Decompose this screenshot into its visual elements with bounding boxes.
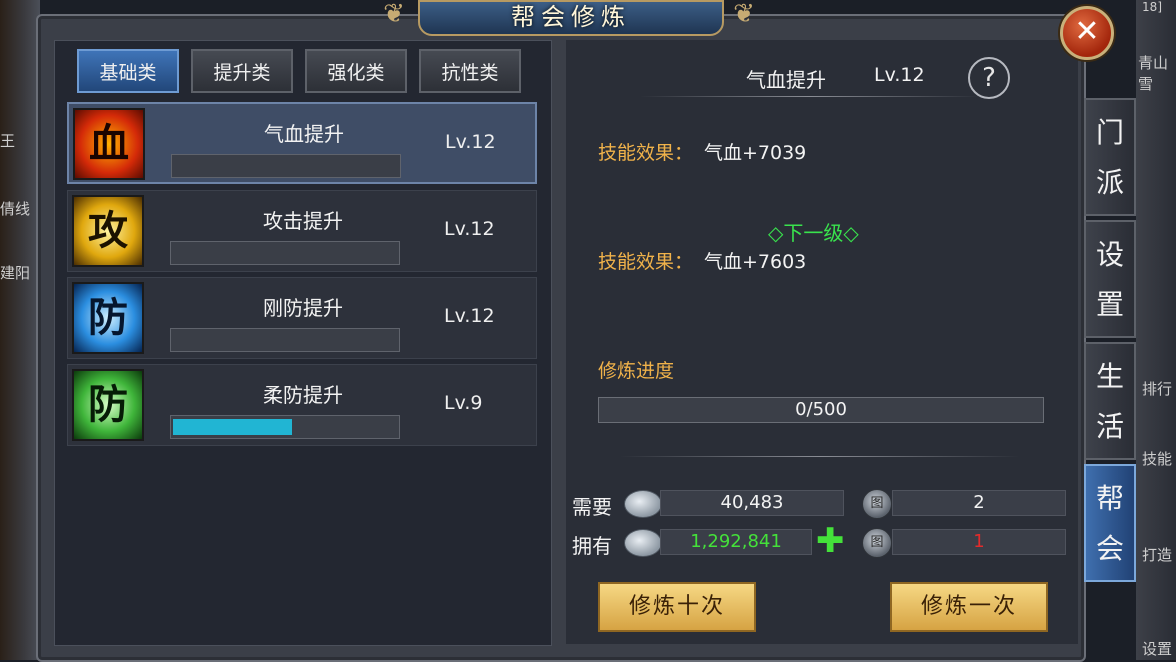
skill-row-hp[interactable]: 血 气血提升 Lv.12 [67,102,537,184]
blood-icon: 血 [73,108,145,180]
current-effect-label: 技能效果： [598,142,694,164]
need-item-value: 2 [892,490,1066,516]
need-label: 需要 [572,495,612,519]
close-button[interactable]: ✕ [1060,6,1114,60]
question-icon: ? [982,63,996,93]
training-progress-text: 0/500 [795,399,847,420]
divider [620,456,1020,457]
silver-coin-icon [624,529,662,557]
window-title: 帮会修炼 [418,0,724,36]
help-button[interactable]: ? [968,57,1010,99]
training-item-icon: 图 [862,528,892,558]
training-item-icon: 图 [862,489,892,519]
bg-text-left-3: 建阳 [0,264,31,282]
next-effect-label: 技能效果： [598,251,694,273]
train-ten-button[interactable]: 修炼十次 [598,582,756,632]
add-silver-plus-icon[interactable]: ✚ [816,524,845,558]
corner-tag: 18] [1142,0,1162,14]
skill-name: 气血提升 [264,122,344,146]
skill-level: Lv.12 [445,131,496,153]
skill-name: 攻击提升 [263,209,343,233]
title-ornament-left-icon: ❦ [383,0,405,29]
skill-name: 柔防提升 [263,383,343,407]
skill-progress-bar [170,241,400,265]
bg-text-right-3: 技能 [1142,450,1173,468]
side-tab-char: 活 [1095,410,1124,443]
bg-text-right-4: 打造 [1142,546,1173,564]
close-icon: ✕ [1074,14,1100,49]
training-progress-label: 修炼进度 [598,360,675,382]
divider [640,96,980,97]
skill-row-attack[interactable]: 攻 攻击提升 Lv.12 [67,190,537,272]
tab-resistance[interactable]: 抗性类 [419,49,521,93]
detail-title: 气血提升 [746,68,826,92]
side-tab-life[interactable]: 生 活 [1084,342,1136,460]
next-effect-value: 气血+7603 [704,251,807,273]
have-silver-value: 1,292,841 [660,529,812,555]
skill-progress-bar [170,328,400,352]
bg-text-right-2: 排行 [1142,380,1173,398]
side-tab-char: 置 [1095,288,1124,321]
train-once-button[interactable]: 修炼一次 [890,582,1048,632]
side-tab-char: 生 [1095,360,1124,393]
training-progress-bar: 0/500 [598,397,1044,423]
bg-text-right-1: 青山 雪 [1138,54,1169,93]
have-label: 拥有 [572,534,612,558]
side-tab-char: 派 [1095,166,1124,199]
bg-text-left-2: 倩线 [0,200,31,218]
need-silver-value: 40,483 [660,490,844,516]
skill-name: 刚防提升 [263,296,343,320]
title-ornament-right-icon: ❦ [733,0,755,29]
bg-text-left-1: 王 [0,132,16,150]
current-effect-value: 气血+7039 [704,142,807,164]
side-tab-sect[interactable]: 门 派 [1084,98,1136,216]
background-left [0,0,40,660]
tab-enhance[interactable]: 提升类 [191,49,293,93]
detail-level: Lv.12 [874,64,925,86]
tab-basic[interactable]: 基础类 [77,49,179,93]
skill-row-physical-defense[interactable]: 防 刚防提升 Lv.12 [67,277,537,359]
next-level-heading: ◇下一级◇ [768,221,859,245]
side-tab-char: 设 [1095,238,1124,271]
magic-defense-icon: 防 [72,369,144,441]
silver-coin-icon [624,490,662,518]
skill-progress-bar [171,154,401,178]
skill-level: Lv.12 [444,218,495,240]
skill-progress-fill [173,419,292,435]
side-tab-settings[interactable]: 设 置 [1084,220,1136,338]
side-tab-char: 会 [1095,532,1124,565]
side-tab-char: 帮 [1095,482,1124,515]
skill-row-magic-defense[interactable]: 防 柔防提升 Lv.9 [67,364,537,446]
skill-level: Lv.12 [444,305,495,327]
tab-strengthen[interactable]: 强化类 [305,49,407,93]
physical-defense-icon: 防 [72,282,144,354]
skill-progress-bar [170,415,400,439]
bg-text-right-5: 设置 [1142,640,1173,658]
side-tab-char: 门 [1095,116,1124,149]
have-item-value: 1 [892,529,1066,555]
skill-level: Lv.9 [444,392,483,414]
side-tab-guild[interactable]: 帮 会 [1084,464,1136,582]
attack-icon: 攻 [72,195,144,267]
